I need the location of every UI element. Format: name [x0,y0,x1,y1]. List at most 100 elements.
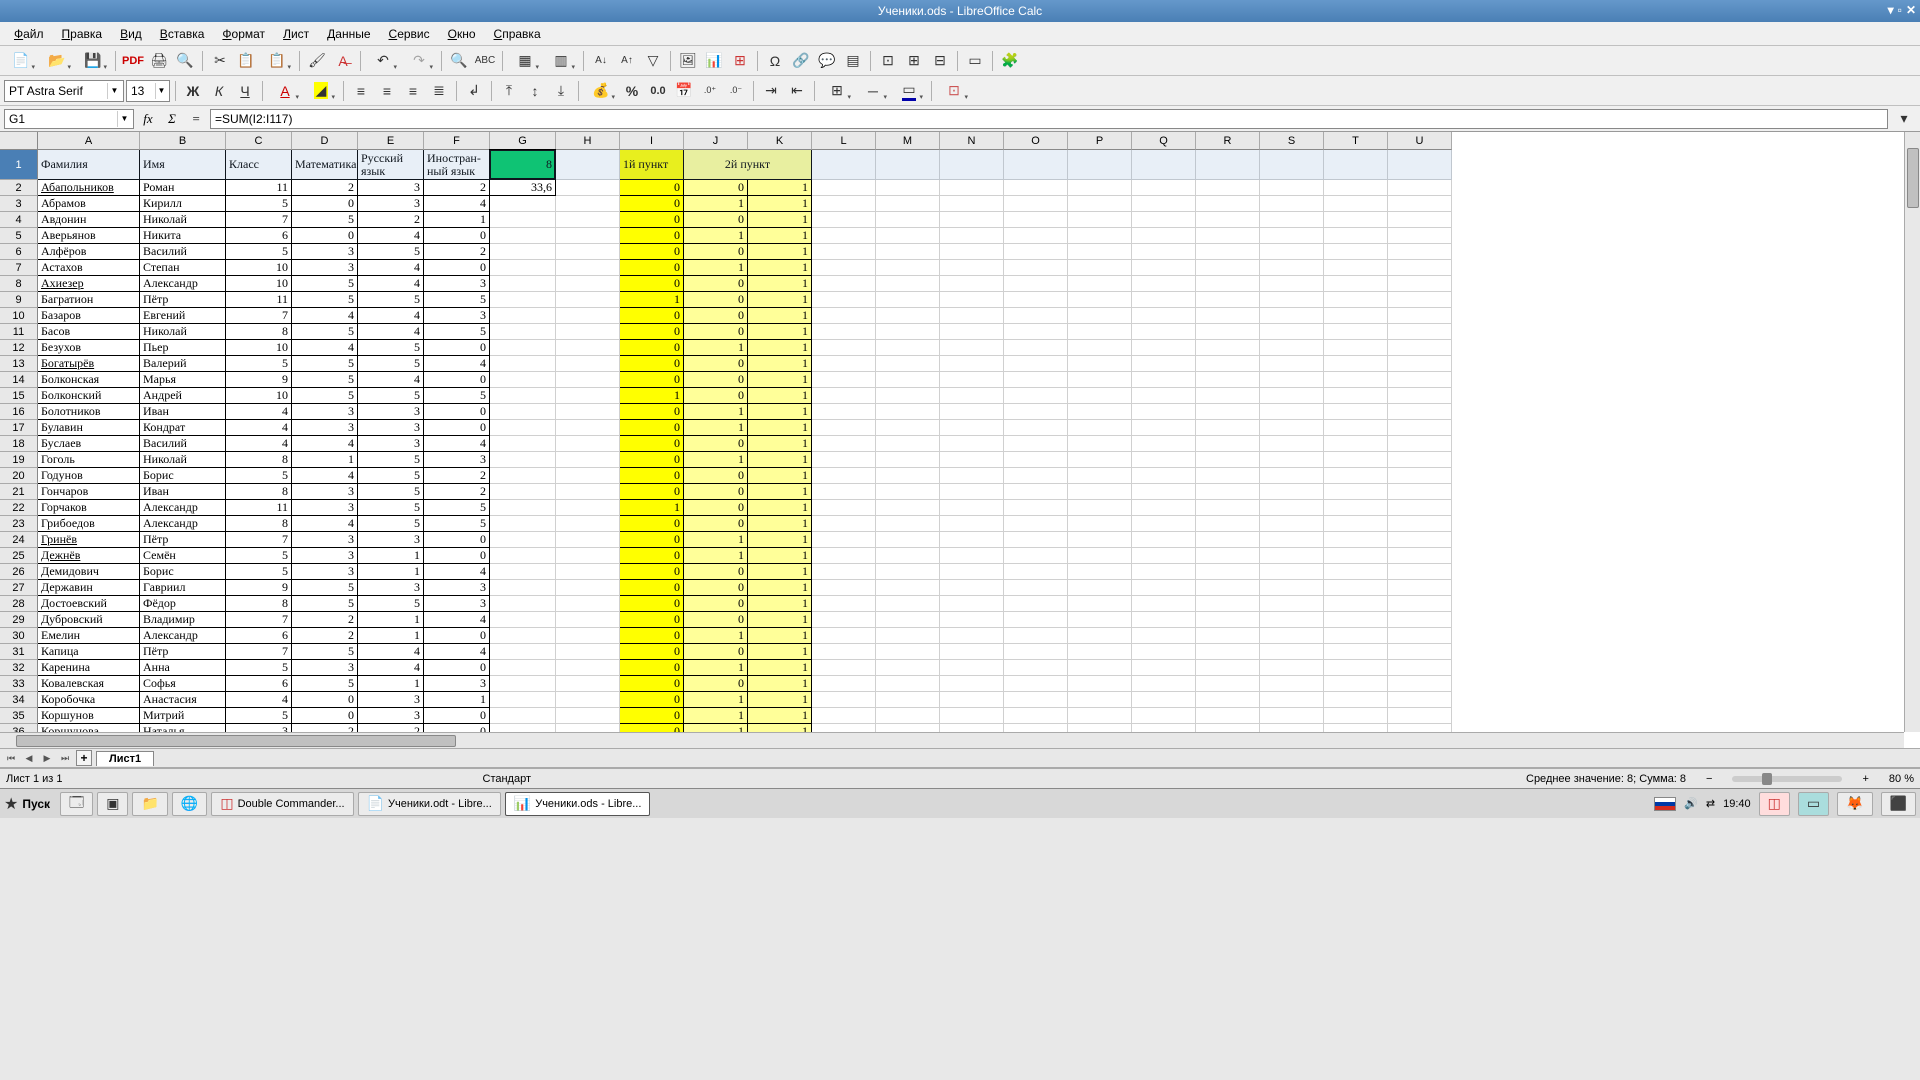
cell-area[interactable]: ФамилияИмяКлассМатематикаРусский языкИно… [38,150,1452,748]
chevron-down-icon[interactable]: ▼ [117,111,131,127]
cell-H22[interactable] [556,500,620,516]
cell-P32[interactable] [1068,660,1132,676]
cell-I18[interactable]: 0 [620,436,684,452]
cell-P25[interactable] [1068,548,1132,564]
cell-J6[interactable]: 0 [684,244,748,260]
cell-C10[interactable]: 7 [226,308,292,324]
cell-P23[interactable] [1068,516,1132,532]
cell-I28[interactable]: 0 [620,596,684,612]
cell-P22[interactable] [1068,500,1132,516]
cell-D30[interactable]: 2 [292,628,358,644]
cell-E10[interactable]: 4 [358,308,424,324]
col-header-P[interactable]: P [1068,132,1132,150]
cell-P16[interactable] [1068,404,1132,420]
cell-T15[interactable] [1324,388,1388,404]
cell-F21[interactable]: 2 [424,484,490,500]
window-button[interactable]: ▭ [963,49,987,73]
cell-B20[interactable]: Борис [140,468,226,484]
cell-A20[interactable]: Годунов [38,468,140,484]
cell-O31[interactable] [1004,644,1068,660]
cell-T33[interactable] [1324,676,1388,692]
cell-K19[interactable]: 1 [748,452,812,468]
row-header-23[interactable]: 23 [0,516,38,532]
cell-R3[interactable] [1196,196,1260,212]
cell-J32[interactable]: 1 [684,660,748,676]
row-header-11[interactable]: 11 [0,324,38,340]
cell-F2[interactable]: 2 [424,180,490,196]
cell-Q12[interactable] [1132,340,1196,356]
cell-U6[interactable] [1388,244,1452,260]
cell-R25[interactable] [1196,548,1260,564]
cell-U3[interactable] [1388,196,1452,212]
cell-H11[interactable] [556,324,620,340]
menu-Формат[interactable]: Формат [214,25,273,43]
row-header-1[interactable]: 1 [0,150,38,180]
cell-E9[interactable]: 5 [358,292,424,308]
cell-I13[interactable]: 0 [620,356,684,372]
cell-C1[interactable]: Класс [226,150,292,180]
cell-B13[interactable]: Валерий [140,356,226,372]
cell-B17[interactable]: Кондрат [140,420,226,436]
cell-L24[interactable] [812,532,876,548]
cell-H29[interactable] [556,612,620,628]
print-button[interactable]: 🖨 [147,49,171,73]
cell-G17[interactable] [490,420,556,436]
cell-D35[interactable]: 0 [292,708,358,724]
cell-I35[interactable]: 0 [620,708,684,724]
cell-T24[interactable] [1324,532,1388,548]
italic-button[interactable]: К [207,79,231,103]
cell-I11[interactable]: 0 [620,324,684,340]
cell-T14[interactable] [1324,372,1388,388]
col-header-Q[interactable]: Q [1132,132,1196,150]
row-header-33[interactable]: 33 [0,676,38,692]
menu-Лист[interactable]: Лист [275,25,317,43]
cell-G9[interactable] [490,292,556,308]
cell-Q30[interactable] [1132,628,1196,644]
cell-L1[interactable] [812,150,876,180]
cell-L28[interactable] [812,596,876,612]
quick-launch-3[interactable]: 📁 [132,792,167,816]
cell-E24[interactable]: 3 [358,532,424,548]
cell-I25[interactable]: 0 [620,548,684,564]
cell-A13[interactable]: Богатырёв [38,356,140,372]
cell-E18[interactable]: 3 [358,436,424,452]
cell-G4[interactable] [490,212,556,228]
cell-B2[interactable]: Роман [140,180,226,196]
expand-formulabar-icon[interactable]: ▾ [1892,107,1916,131]
sort-desc-button[interactable]: A↑ [615,49,639,73]
cell-I31[interactable]: 0 [620,644,684,660]
row-header-18[interactable]: 18 [0,436,38,452]
cell-Q27[interactable] [1132,580,1196,596]
row-header-7[interactable]: 7 [0,260,38,276]
cell-J34[interactable]: 1 [684,692,748,708]
cell-P4[interactable] [1068,212,1132,228]
tab-last-icon[interactable]: ⏭ [58,751,72,765]
cell-U4[interactable] [1388,212,1452,228]
col-header-C[interactable]: C [226,132,292,150]
cell-A4[interactable]: Авдонин [38,212,140,228]
cell-G13[interactable] [490,356,556,372]
cell-O22[interactable] [1004,500,1068,516]
cell-N20[interactable] [940,468,1004,484]
row-header-29[interactable]: 29 [0,612,38,628]
col-header-B[interactable]: B [140,132,226,150]
cell-I21[interactable]: 0 [620,484,684,500]
cell-M14[interactable] [876,372,940,388]
cell-I23[interactable]: 0 [620,516,684,532]
cell-S1[interactable] [1260,150,1324,180]
new-button[interactable]: 📄 [4,49,38,73]
cell-N9[interactable] [940,292,1004,308]
cell-R34[interactable] [1196,692,1260,708]
cell-B3[interactable]: Кирилл [140,196,226,212]
cell-J3[interactable]: 1 [684,196,748,212]
menu-Сервис[interactable]: Сервис [381,25,438,43]
cell-K22[interactable]: 1 [748,500,812,516]
cell-U8[interactable] [1388,276,1452,292]
cell-B22[interactable]: Александр [140,500,226,516]
cell-M11[interactable] [876,324,940,340]
tray-app-3[interactable]: 🦊 [1837,792,1872,816]
cell-N1[interactable] [940,150,1004,180]
cell-R28[interactable] [1196,596,1260,612]
row-header-25[interactable]: 25 [0,548,38,564]
cell-N12[interactable] [940,340,1004,356]
